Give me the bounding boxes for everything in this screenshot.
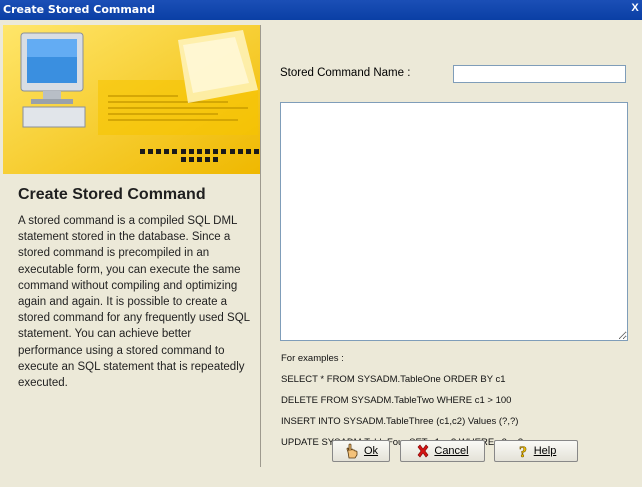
title-bar: Create Stored Command X [0,0,642,20]
hand-icon [346,443,358,459]
stored-command-name-label: Stored Command Name : [280,67,411,79]
panel-heading: Create Stored Command [18,186,206,203]
cancel-button-label: Cancel [434,445,469,457]
examples-header: For examples : [281,353,344,364]
red-x-icon [417,444,429,458]
example-item: INSERT INTO SYSADM.TableThree (c1,c2) Va… [281,416,519,427]
ok-button[interactable]: Ok [332,440,390,462]
panel-description: A stored command is a compiled SQL DML s… [18,215,250,390]
question-icon: ? [518,444,527,459]
help-button-label: Help [533,445,557,457]
banner-image [3,25,260,174]
cancel-button[interactable]: Cancel [400,440,485,462]
info-panel: Create Stored Command A stored command i… [3,25,261,467]
window-title: Create Stored Command [3,3,155,16]
sql-statement-textarea[interactable] [280,102,628,341]
ok-button-label: Ok [363,445,379,457]
dialog-body: Create Stored Command A stored command i… [0,20,642,467]
help-button[interactable]: ? Help [494,440,578,462]
example-item: SELECT * FROM SYSADM.TableOne ORDER BY c… [281,374,506,385]
svg-text:?: ? [519,444,527,459]
computer-illustration-icon [3,25,260,174]
stored-command-name-input[interactable] [453,65,626,83]
example-item: DELETE FROM SYSADM.TableTwo WHERE c1 > 1… [281,395,512,406]
close-button[interactable]: X [628,2,642,18]
form-panel: Stored Command Name : For examples : SEL… [262,40,642,487]
